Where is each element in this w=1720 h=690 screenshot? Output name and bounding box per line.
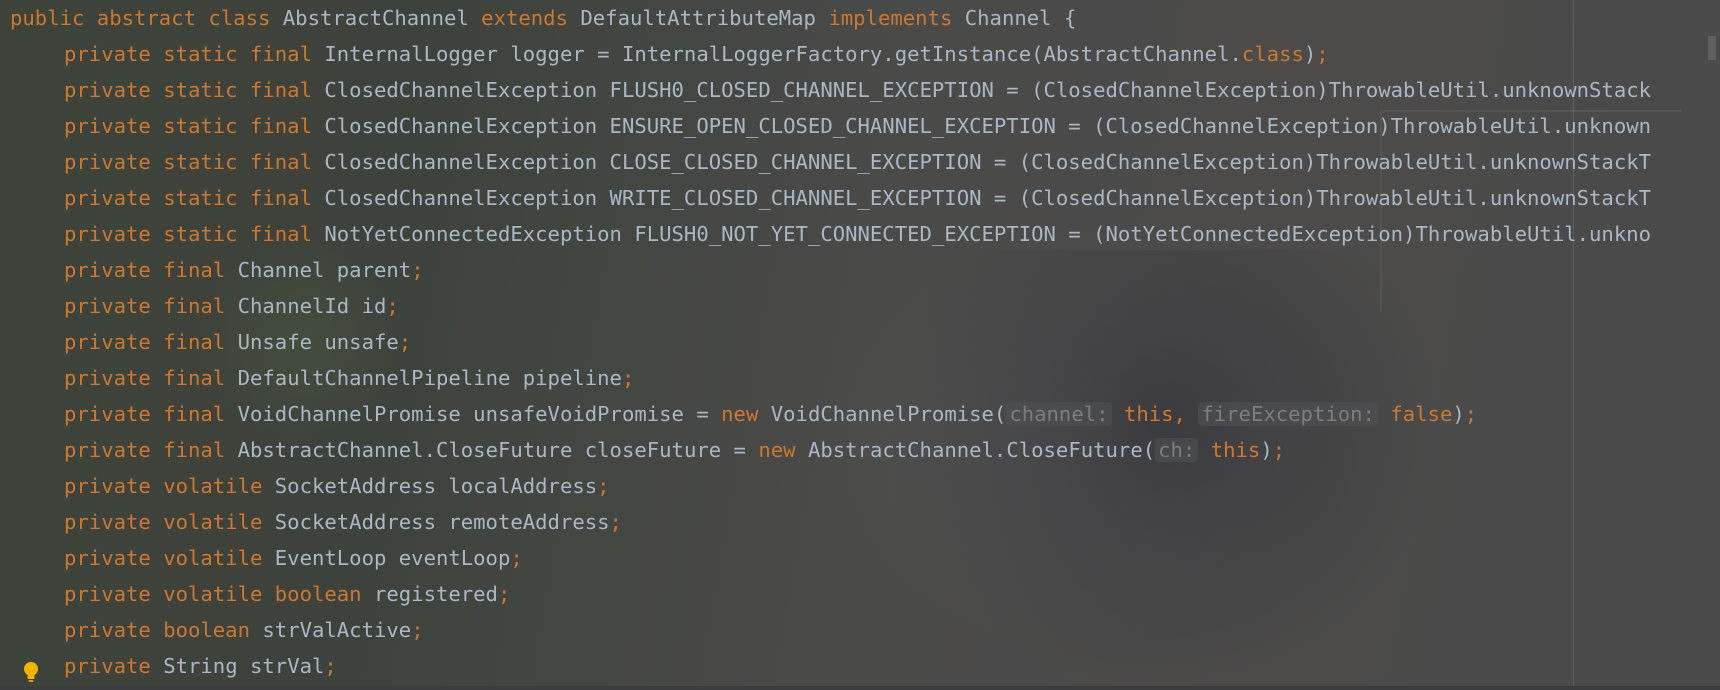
code-token: private volatile <box>64 546 275 570</box>
parameter-hint: ch: <box>1155 438 1199 462</box>
code-token: VoidChannelPromise( <box>770 402 1007 426</box>
code-token: private final <box>64 258 238 282</box>
code-token: String strVal <box>163 654 325 678</box>
code-token: ; <box>386 294 399 318</box>
code-line[interactable]: private final VoidChannelPromise unsafeV… <box>64 396 1477 432</box>
code-line[interactable]: private boolean strValActive; <box>64 612 424 648</box>
code-token: private static final <box>64 42 325 66</box>
code-token: new <box>758 438 808 462</box>
code-token: InternalLogger logger = InternalLoggerFa… <box>324 42 1242 66</box>
code-token: VoidChannelPromise unsafeVoidPromise = <box>237 402 722 426</box>
code-token: Channel parent <box>237 258 412 282</box>
code-token: private static final <box>64 78 325 102</box>
code-token: private final <box>64 438 238 462</box>
code-token: ) <box>1260 438 1273 462</box>
parameter-hint: fireException: <box>1198 402 1378 426</box>
code-token: ChannelId id <box>237 294 387 318</box>
code-line[interactable]: private static final ClosedChannelExcept… <box>64 108 1651 144</box>
code-token: registered <box>373 582 498 606</box>
code-token: ClosedChannelException CLOSE_CLOSED_CHAN… <box>324 150 1652 174</box>
code-line[interactable]: private final Unsafe unsafe; <box>64 324 411 360</box>
code-token: public abstract class <box>10 6 283 30</box>
code-token: DefaultChannelPipeline pipeline <box>237 366 622 390</box>
code-token: ; <box>597 474 610 498</box>
code-line[interactable]: private String strVal; <box>64 648 337 684</box>
code-line[interactable]: private volatile SocketAddress localAddr… <box>64 468 610 504</box>
code-token: ) <box>1303 42 1317 66</box>
code-token: false <box>1390 402 1453 426</box>
code-token: AbstractChannel.CloseFuture closeFuture … <box>237 438 759 462</box>
code-token: SocketAddress remoteAddress <box>274 510 610 534</box>
code-token: private static final <box>64 186 325 210</box>
code-token: extends <box>481 6 581 30</box>
code-line[interactable]: private final DefaultChannelPipeline pip… <box>64 360 634 396</box>
code-token: private static final <box>64 150 325 174</box>
code-token: ; <box>411 618 424 642</box>
code-token: Unsafe unsafe <box>237 330 399 354</box>
code-token: private volatile boolean <box>64 582 374 606</box>
code-token: ClosedChannelException FLUSH0_CLOSED_CHA… <box>324 78 1652 102</box>
code-line[interactable]: private static final NotYetConnectedExce… <box>64 216 1651 252</box>
code-token: NotYetConnectedException FLUSH0_NOT_YET_… <box>324 222 1652 246</box>
code-token: ; <box>324 654 337 678</box>
code-token: ; <box>1272 438 1286 462</box>
code-token: strValActive <box>262 618 412 642</box>
code-token: SocketAddress localAddress <box>274 474 598 498</box>
code-line[interactable]: private volatile boolean registered; <box>64 576 510 612</box>
code-token: ClosedChannelException ENSURE_OPEN_CLOSE… <box>324 114 1652 138</box>
code-line[interactable]: public abstract class AbstractChannel ex… <box>10 0 1076 36</box>
code-token: ) <box>1452 402 1465 426</box>
code-token: this <box>1210 438 1261 462</box>
code-line[interactable]: private static final InternalLogger logg… <box>64 36 1329 72</box>
code-token: private <box>64 654 164 678</box>
code-token: EventLoop eventLoop <box>274 546 511 570</box>
code-token: private volatile <box>64 474 275 498</box>
code-token: implements <box>828 6 965 30</box>
code-token: ; <box>510 546 523 570</box>
code-token: private final <box>64 294 238 318</box>
code-line[interactable]: private volatile SocketAddress remoteAdd… <box>64 504 622 540</box>
code-token: ; <box>411 258 424 282</box>
code-token: ; <box>609 510 622 534</box>
code-token: ClosedChannelException WRITE_CLOSED_CHAN… <box>324 186 1652 210</box>
code-token: DefaultAttributeMap <box>580 6 829 30</box>
code-token: private final <box>64 330 238 354</box>
parameter-hint: channel: <box>1006 402 1112 426</box>
code-token: ; <box>398 330 412 354</box>
code-token: private volatile <box>64 510 275 534</box>
code-editor[interactable]: public abstract class AbstractChannel ex… <box>0 0 1720 686</box>
code-token: private final <box>64 366 238 390</box>
code-token: private static final <box>64 114 325 138</box>
code-token: AbstractChannel.CloseFuture( <box>807 438 1156 462</box>
code-token: private final <box>64 402 238 426</box>
code-token: AbstractChannel <box>282 6 482 30</box>
code-line[interactable]: private final AbstractChannel.CloseFutur… <box>64 432 1285 468</box>
code-line[interactable]: private final ChannelId id; <box>64 288 399 324</box>
code-token: this, <box>1123 402 1199 426</box>
code-line[interactable]: private static final ClosedChannelExcept… <box>64 144 1651 180</box>
code-token: ; <box>621 366 635 390</box>
code-token: private static final <box>64 222 325 246</box>
code-token: ; <box>497 582 511 606</box>
code-line[interactable]: private static final ClosedChannelExcept… <box>64 72 1651 108</box>
code-line[interactable]: private volatile EventLoop eventLoop; <box>64 540 523 576</box>
code-token: class <box>1241 42 1304 66</box>
code-line[interactable]: private final Channel parent; <box>64 252 424 288</box>
code-token: ; <box>1464 402 1478 426</box>
code-token: private boolean <box>64 618 263 642</box>
code-line[interactable]: private static final ClosedChannelExcept… <box>64 180 1651 216</box>
code-token: new <box>721 402 771 426</box>
code-token: Channel { <box>964 6 1077 30</box>
code-token: ; <box>1316 42 1329 66</box>
lightbulb-icon[interactable] <box>22 660 40 684</box>
